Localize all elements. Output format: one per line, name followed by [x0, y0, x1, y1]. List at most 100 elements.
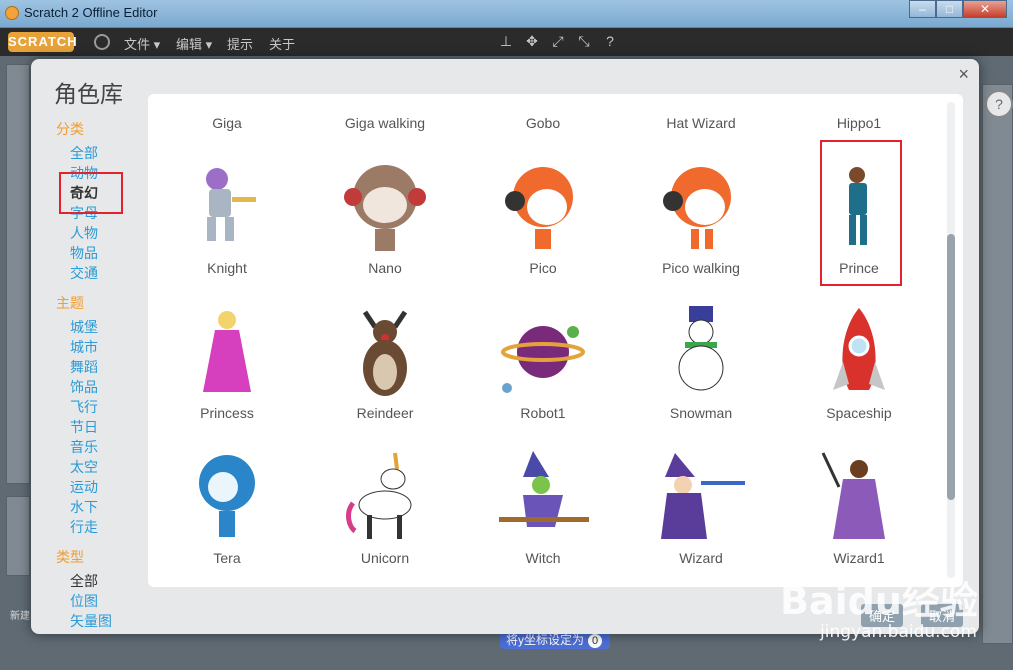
menu-bar: SCRATCH 文件 ▾ 编辑 ▾ 提示 关于 ⊥ ✥ ⤢ ⤡ ? — [0, 28, 1013, 56]
sprite-tile-spaceship[interactable]: Spaceship — [780, 302, 938, 447]
new-sprite-label: 新建 — [10, 611, 30, 622]
sprite-name: Spaceship — [826, 405, 892, 421]
sprite-name: Gobo — [525, 115, 561, 131]
grid-scrollbar[interactable] — [947, 102, 955, 578]
sprite-tile[interactable]: Giga — [148, 115, 306, 135]
theme-item[interactable]: 城堡 — [70, 317, 146, 337]
cut-icon[interactable]: ✥ — [525, 34, 539, 48]
sprite-name: Knight — [207, 260, 247, 276]
theme-item[interactable]: 运动 — [70, 477, 146, 497]
category-item[interactable]: 交通 — [70, 263, 146, 283]
wizard-icon — [661, 453, 745, 539]
theme-item[interactable]: 饰品 — [70, 377, 146, 397]
pico-walking-icon — [663, 167, 731, 249]
sprite-tile-unicorn[interactable]: Unicorn — [306, 447, 464, 587]
theme-item[interactable]: 音乐 — [70, 437, 146, 457]
sprite-tile-pico-walking[interactable]: Pico walking — [622, 157, 780, 302]
set-y-block-value[interactable]: 0 — [588, 634, 603, 648]
sprite-name: Princess — [200, 405, 254, 421]
tera-icon — [199, 455, 255, 537]
stage-panel — [6, 64, 30, 484]
help-button[interactable]: ? — [985, 90, 1013, 118]
witch-icon — [499, 451, 589, 527]
sprite-name: Unicorn — [360, 550, 410, 566]
menu-file[interactable]: 文件 ▾ — [124, 34, 160, 53]
theme-item[interactable]: 节日 — [70, 417, 146, 437]
category-item[interactable]: 人物 — [70, 223, 146, 243]
type-group: 类型 全部 位图 矢量图 — [56, 547, 146, 631]
category-item[interactable]: 物品 — [70, 243, 146, 263]
sprite-tile-wizard[interactable]: Wizard — [622, 447, 780, 587]
type-item[interactable]: 位图 — [70, 591, 146, 611]
stamp-icon[interactable]: ⊥ — [499, 34, 513, 48]
theme-item[interactable]: 舞蹈 — [70, 357, 146, 377]
sprite-tile-pico[interactable]: Pico — [464, 157, 622, 302]
sprite-tile-robot1[interactable]: Robot1 — [464, 302, 622, 447]
sprite-tile-reindeer[interactable]: Reindeer — [306, 302, 464, 447]
sprite-name: Wizard — [679, 550, 723, 566]
prince-highlight-box — [820, 140, 902, 286]
window-titlebar: Scratch 2 Offline Editor – □ ✕ — [0, 0, 1013, 28]
sprite-tile-witch[interactable]: Witch — [464, 447, 622, 587]
sprite-tile-nano[interactable]: Nano — [306, 157, 464, 302]
category-heading: 分类 — [56, 121, 84, 137]
theme-item[interactable]: 水下 — [70, 497, 146, 517]
help-icon[interactable]: ? — [603, 34, 617, 48]
scrollbar-thumb[interactable] — [947, 234, 955, 500]
minimize-button[interactable]: – — [909, 0, 936, 18]
set-y-block-label: 将y坐标设定为 — [506, 633, 585, 647]
theme-item[interactable]: 行走 — [70, 517, 146, 537]
language-globe-icon[interactable] — [94, 34, 110, 50]
scratch-logo[interactable]: SCRATCH — [8, 32, 77, 52]
nano-icon — [344, 165, 426, 251]
sprite-name: Pico — [529, 260, 557, 276]
sprite-tile[interactable]: Giga walking — [306, 115, 464, 135]
close-dialog-button[interactable]: × — [958, 64, 969, 85]
sprite-name: Pico walking — [662, 260, 740, 276]
sprite-name: Giga — [212, 115, 242, 131]
theme-item[interactable]: 飞行 — [70, 397, 146, 417]
theme-item[interactable]: 城市 — [70, 337, 146, 357]
sprite-tile-knight[interactable]: Knight — [148, 157, 306, 302]
spaceship-icon — [833, 308, 885, 390]
sprite-tile-snowman[interactable]: Snowman — [622, 302, 780, 447]
reindeer-icon — [362, 310, 408, 396]
sprite-tile-princess[interactable]: Princess — [148, 302, 306, 447]
baidu-watermark-url: jingyan.baidu.com — [820, 622, 977, 642]
sprite-tile[interactable]: Hippo1 — [780, 115, 938, 135]
theme-item[interactable]: 太空 — [70, 457, 146, 477]
sprite-panel — [6, 496, 30, 576]
robot-icon — [501, 326, 585, 393]
sprite-name: Snowman — [669, 405, 733, 421]
sprite-tile[interactable]: Hat Wizard — [622, 115, 780, 135]
window-controls: – □ ✕ — [909, 0, 1007, 20]
menu-about[interactable]: 关于 — [269, 34, 295, 53]
sprite-tile-tera[interactable]: Tera — [148, 447, 306, 587]
menu-tips[interactable]: 提示 — [227, 34, 253, 53]
window-title: Scratch 2 Offline Editor — [24, 5, 158, 20]
maximize-button[interactable]: □ — [936, 0, 963, 18]
sprite-library-dialog: 角色库 × 分类 全部 动物 奇幻 字母 人物 物品 交通 主题 城堡 城市 舞… — [31, 59, 979, 634]
sprite-name: Giga walking — [344, 115, 426, 131]
category-item[interactable]: 全部 — [70, 143, 146, 163]
shrink-icon[interactable]: ⤡ — [577, 34, 591, 48]
type-item-selected[interactable]: 全部 — [70, 571, 146, 591]
theme-heading: 主题 — [56, 295, 84, 311]
snowman-icon — [678, 306, 724, 391]
sprite-name: Tera — [213, 550, 241, 566]
category-highlight-box — [59, 172, 123, 214]
baidu-watermark: Baidu经验 — [780, 579, 978, 623]
pico-icon — [505, 167, 573, 249]
type-heading: 类型 — [56, 549, 84, 565]
sprite-name: Robot1 — [520, 405, 566, 421]
type-item[interactable]: 矢量图 — [70, 611, 146, 631]
menu-edit[interactable]: 编辑 ▾ — [176, 34, 212, 53]
grow-icon[interactable]: ⤢ — [551, 34, 565, 48]
sprite-tile[interactable]: Gobo — [464, 115, 622, 135]
sprite-name: Reindeer — [356, 405, 414, 421]
sprite-tile-wizard1[interactable]: Wizard1 — [780, 447, 938, 587]
knight-icon — [206, 168, 256, 241]
sprite-name: Wizard1 — [833, 550, 885, 566]
dialog-title: 角色库 — [54, 81, 123, 107]
close-window-button[interactable]: ✕ — [963, 0, 1007, 18]
